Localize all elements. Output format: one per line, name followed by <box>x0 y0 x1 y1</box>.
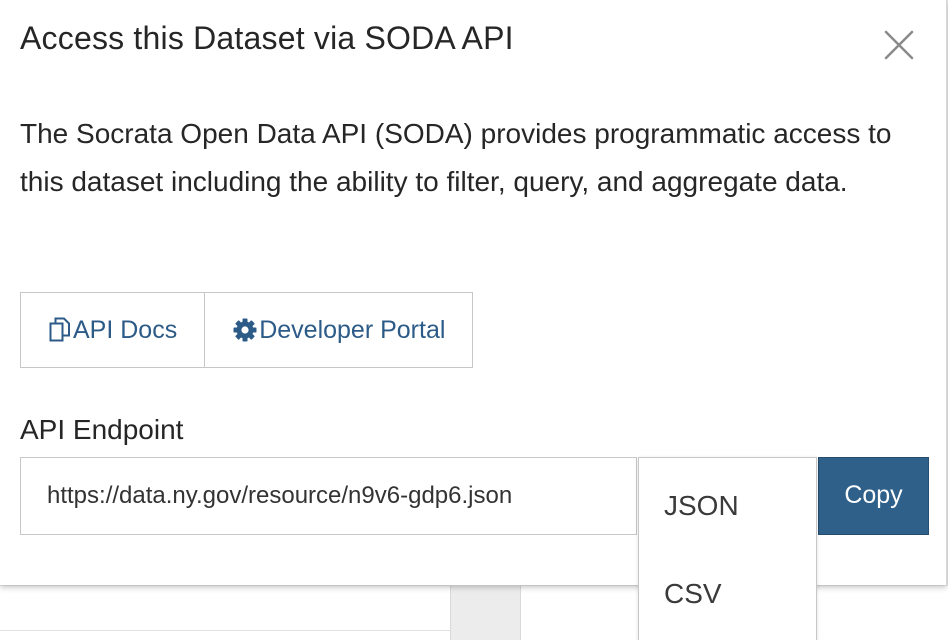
background-panel <box>0 586 451 640</box>
gear-icon <box>233 318 257 342</box>
api-links-button-group: API Docs Developer Portal <box>20 292 474 368</box>
api-endpoint-field[interactable] <box>20 457 637 535</box>
api-docs-button[interactable]: API Docs <box>21 293 204 367</box>
background-divider <box>0 630 450 631</box>
api-endpoint-label: API Endpoint <box>20 414 184 445</box>
format-dropdown-menu: JSON CSV <box>638 457 817 640</box>
close-button[interactable] <box>878 24 920 66</box>
modal-description: The Socrata Open Data API (SODA) provide… <box>20 118 892 197</box>
modal-title: Access this Dataset via SODA API <box>20 20 514 56</box>
developer-portal-label: Developer Portal <box>259 315 446 344</box>
close-icon <box>884 30 914 60</box>
copy-document-icon <box>49 317 71 343</box>
api-docs-label: API Docs <box>73 315 178 344</box>
developer-portal-button[interactable]: Developer Portal <box>204 293 472 367</box>
format-option-csv[interactable]: CSV <box>664 578 722 610</box>
copy-button[interactable]: Copy <box>818 457 929 535</box>
format-option-json[interactable]: JSON <box>664 490 739 522</box>
